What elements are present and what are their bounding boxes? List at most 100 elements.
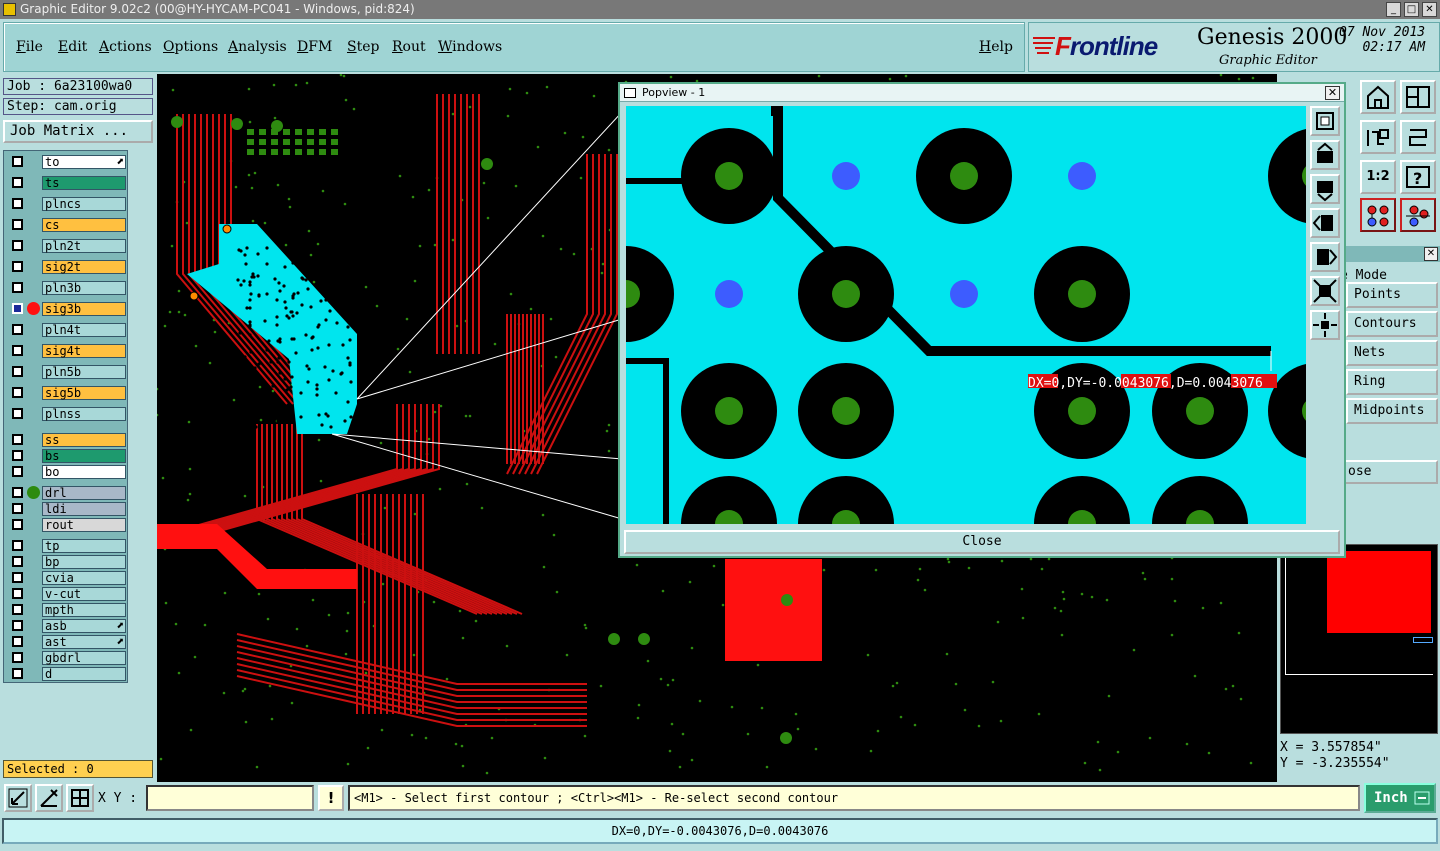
layer-checkbox[interactable]: [12, 588, 23, 599]
layer-row-ss[interactable]: ss: [8, 433, 126, 447]
mode-ring-button[interactable]: Ring: [1346, 369, 1438, 395]
layer-checkbox[interactable]: [12, 556, 23, 567]
layer-checkbox[interactable]: [12, 620, 23, 631]
layer-row-sig3b[interactable]: sig3b: [8, 302, 126, 316]
menu-edit[interactable]: Edit: [58, 39, 87, 55]
popview-close-button[interactable]: Close: [624, 530, 1340, 554]
layer-row-sig2t[interactable]: sig2t: [8, 260, 126, 274]
layer-checkbox[interactable]: [12, 345, 23, 356]
menu-analysis[interactable]: Analysis: [228, 39, 287, 55]
layer-name[interactable]: asb: [42, 619, 126, 633]
layer-row-v-cut[interactable]: v-cut: [8, 587, 126, 601]
popview-tool-3[interactable]: [1310, 174, 1340, 204]
menu-dfm[interactable]: DFM: [297, 39, 332, 55]
window-view-button[interactable]: [1400, 80, 1436, 114]
menu-actions[interactable]: Actions: [99, 39, 152, 55]
layer-name[interactable]: ts: [42, 176, 126, 190]
popview-close-icon[interactable]: ✕: [1325, 86, 1340, 100]
net-highlight-button[interactable]: [1360, 198, 1396, 232]
job-matrix-button[interactable]: Job Matrix ...: [3, 120, 153, 143]
layer-name[interactable]: d: [42, 667, 126, 681]
layer-row-ldi[interactable]: ldi: [8, 502, 126, 516]
layer-row-asb[interactable]: asb ⬈: [8, 619, 126, 633]
layer-name[interactable]: plnss: [42, 407, 126, 421]
layer-checkbox[interactable]: [12, 324, 23, 335]
layer-checkbox[interactable]: [12, 450, 23, 461]
layer-row-rout[interactable]: rout: [8, 518, 126, 532]
mode-midpoints-button[interactable]: Midpoints: [1346, 398, 1438, 424]
layer-row-ast[interactable]: ast ⬈: [8, 635, 126, 649]
layer-row-ts[interactable]: ts: [8, 176, 126, 190]
layer-checkbox[interactable]: [12, 177, 23, 188]
layer-row-sig5b[interactable]: sig5b: [8, 386, 126, 400]
layer-name[interactable]: ldi: [42, 502, 126, 516]
layer-checkbox[interactable]: [12, 604, 23, 615]
minimize-button[interactable]: _: [1386, 2, 1401, 17]
mode-panel-close-icon[interactable]: ✕: [1424, 247, 1438, 261]
popview-tool-6[interactable]: [1310, 276, 1340, 306]
layer-row-pln4t[interactable]: pln4t: [8, 323, 126, 337]
grid-button[interactable]: [66, 784, 94, 812]
close-window-button[interactable]: ✕: [1422, 2, 1437, 17]
layer-checkbox[interactable]: [12, 652, 23, 663]
layer-name[interactable]: pln2t: [42, 239, 126, 253]
layer-name[interactable]: pln3b: [42, 281, 126, 295]
scale-button[interactable]: 1:2: [1360, 160, 1396, 194]
layer-name[interactable]: ast: [42, 635, 126, 649]
layer-row-mpth[interactable]: mpth: [8, 603, 126, 617]
layer-row-bp[interactable]: bp: [8, 555, 126, 569]
layer-name[interactable]: pln4t: [42, 323, 126, 337]
layer-checkbox[interactable]: [12, 240, 23, 251]
layer-checkbox[interactable]: [12, 572, 23, 583]
layer-checkbox[interactable]: [12, 540, 23, 551]
layer-name[interactable]: v-cut: [42, 587, 126, 601]
mode-nets-button[interactable]: Nets: [1346, 340, 1438, 366]
layer-name[interactable]: cvia: [42, 571, 126, 585]
layer-row-cs[interactable]: cs: [8, 218, 126, 232]
popview-tool-7[interactable]: [1310, 310, 1340, 340]
layer-row-d[interactable]: d: [8, 667, 126, 681]
layer-row-pln5b[interactable]: pln5b: [8, 365, 126, 379]
exclamation-icon[interactable]: !: [318, 785, 344, 811]
layer-name[interactable]: gbdrl: [42, 651, 126, 665]
layer-checkbox[interactable]: [12, 519, 23, 530]
component-highlight-button[interactable]: [1400, 198, 1436, 232]
layer-checkbox[interactable]: [12, 408, 23, 419]
layer-name[interactable]: to: [42, 155, 126, 169]
layer-name[interactable]: bp: [42, 555, 126, 569]
menu-file[interactable]: File: [16, 39, 43, 55]
rotate-button[interactable]: [1360, 120, 1396, 154]
layer-row-bo[interactable]: bo: [8, 465, 126, 479]
layer-row-pln3b[interactable]: pln3b: [8, 281, 126, 295]
layer-checkbox[interactable]: [12, 198, 23, 209]
help-query-button[interactable]: ?: [1400, 160, 1436, 194]
layer-checkbox[interactable]: [12, 156, 23, 167]
popview-tool-5[interactable]: [1310, 242, 1340, 272]
mode-points-button[interactable]: Points: [1346, 282, 1438, 308]
layer-checkbox[interactable]: [12, 303, 23, 314]
layer-checkbox[interactable]: [12, 219, 23, 230]
layer-row-drl[interactable]: drl: [8, 486, 126, 500]
popview-tool-4[interactable]: [1310, 208, 1340, 238]
maximize-button[interactable]: □: [1404, 2, 1419, 17]
layer-name[interactable]: ss: [42, 433, 126, 447]
mode-contours-button[interactable]: Contours: [1346, 311, 1438, 337]
layer-row-tp[interactable]: tp: [8, 539, 126, 553]
layer-checkbox[interactable]: [12, 261, 23, 272]
xy-input[interactable]: [146, 785, 314, 811]
layer-row-gbdrl[interactable]: gbdrl: [8, 651, 126, 665]
layer-name[interactable]: sig5b: [42, 386, 126, 400]
menu-help[interactable]: Help: [979, 39, 1013, 55]
menu-rout[interactable]: Rout: [392, 39, 426, 55]
layer-checkbox[interactable]: [12, 434, 23, 445]
home-view-button[interactable]: [1360, 80, 1396, 114]
layer-row-pln2t[interactable]: pln2t: [8, 239, 126, 253]
popview-canvas[interactable]: DX=0,DY=-0.0043076,D=0.0043076: [626, 106, 1306, 524]
layer-checkbox[interactable]: [12, 366, 23, 377]
layer-name[interactable]: drl: [42, 486, 126, 500]
layer-name[interactable]: pln5b: [42, 365, 126, 379]
measure-button[interactable]: [35, 784, 63, 812]
layer-name[interactable]: plncs: [42, 197, 126, 211]
layer-checkbox[interactable]: [12, 668, 23, 679]
layer-name[interactable]: rout: [42, 518, 126, 532]
